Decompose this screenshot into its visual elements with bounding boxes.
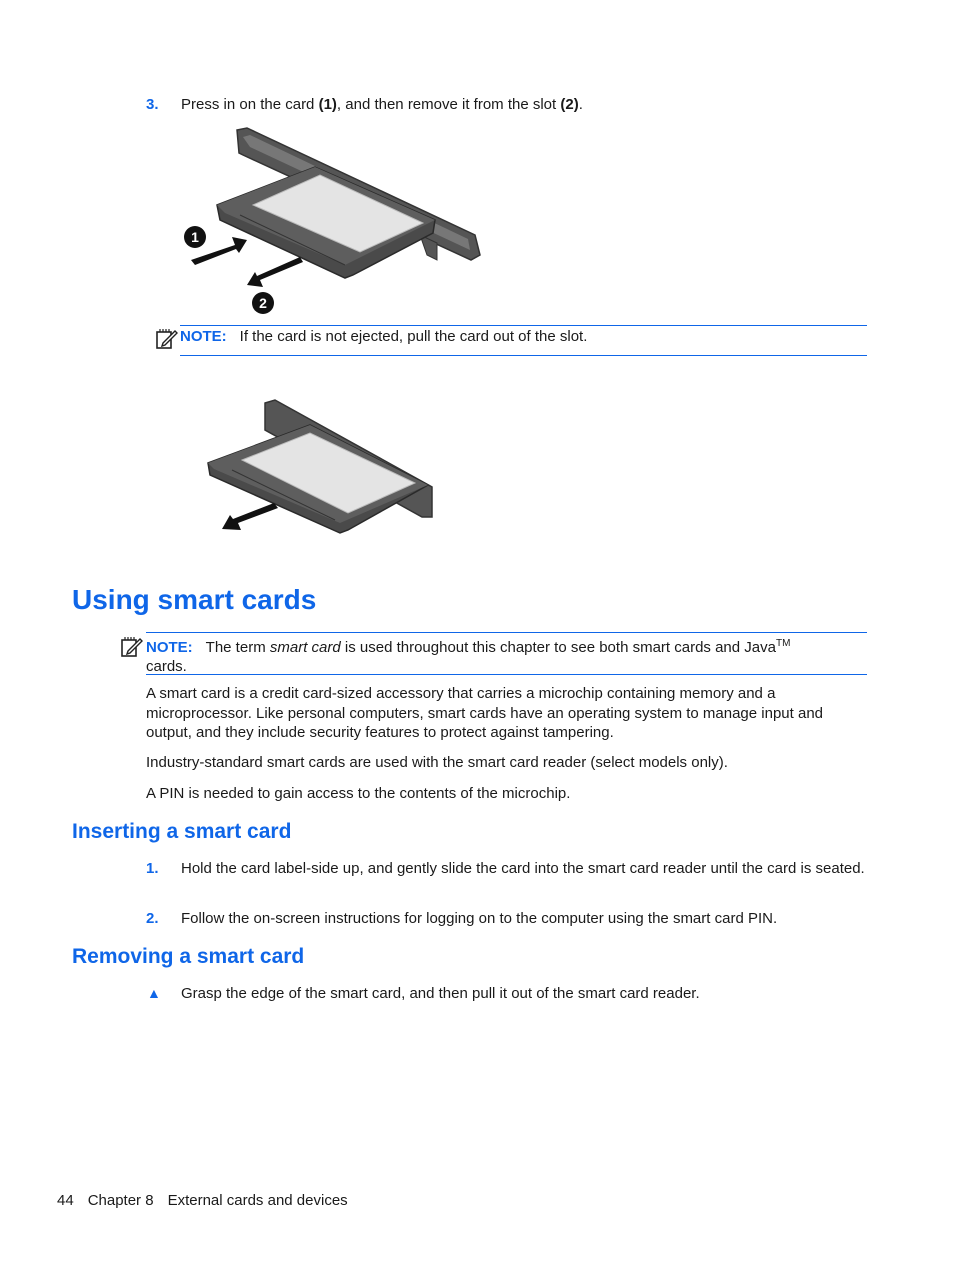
note-label: NOTE: xyxy=(146,639,193,656)
step-text: Hold the card label-side up, and gently … xyxy=(181,860,865,877)
card-eject-illustration: 1 2 xyxy=(184,127,481,314)
subsection-title: Removing a smart card xyxy=(72,945,305,968)
page-number: 44 xyxy=(57,1192,74,1209)
subsection-title: Inserting a smart card xyxy=(72,820,292,843)
step-number: 2. xyxy=(146,910,159,927)
chapter-label: Chapter 8 xyxy=(87,1192,154,1209)
step-text: Follow the on-screen instructions for lo… xyxy=(181,910,778,927)
note-icon xyxy=(121,637,143,657)
callout-2-label: 2 xyxy=(259,295,267,311)
card-pull-illustration xyxy=(207,399,433,534)
note-box: NOTE: The term smart card is used through… xyxy=(146,632,867,675)
section-title: Using smart cards xyxy=(72,584,317,615)
paragraph: Industry-standard smart cards are used w… xyxy=(146,754,728,771)
step-text: Grasp the edge of the smart card, and th… xyxy=(181,985,700,1002)
note-text: If the card is not ejected, pull the car… xyxy=(239,328,588,345)
note-term: smart card xyxy=(269,639,341,656)
note-box: NOTE: If the card is not ejected, pull th… xyxy=(180,325,867,356)
trademark: TM xyxy=(775,638,791,649)
arrow-remove-icon xyxy=(222,503,278,530)
chapter-title: External cards and devices xyxy=(167,1192,348,1209)
note-icon xyxy=(156,329,178,349)
arrow-remove-icon xyxy=(247,257,303,287)
step-number: 3. xyxy=(146,96,159,113)
note-label: NOTE: xyxy=(180,328,227,345)
callout-1-label: 1 xyxy=(191,229,199,245)
page-footer: 44 Chapter 8 External cards and devices xyxy=(57,1192,362,1209)
paragraph: A PIN is needed to gain access to the co… xyxy=(146,785,571,802)
triangle-bullet-icon: ▲ xyxy=(147,985,161,1001)
paragraph: A smart card is a credit card-sized acce… xyxy=(146,685,824,741)
step-number: 1. xyxy=(146,860,159,877)
step-text: Press in on the card (1), and then remov… xyxy=(181,96,583,113)
